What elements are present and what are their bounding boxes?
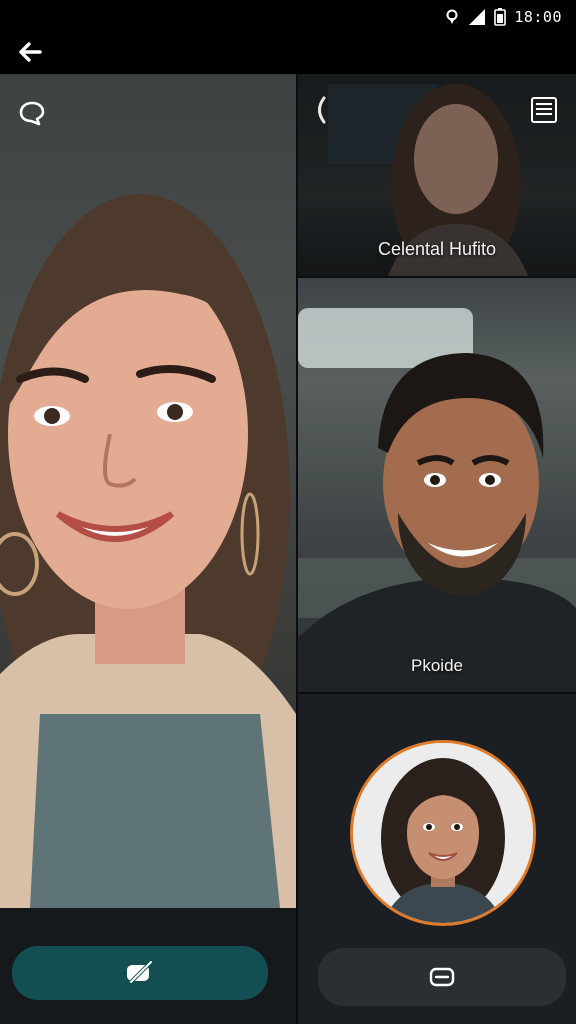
main-video-tile[interactable] bbox=[0, 74, 296, 908]
back-button[interactable] bbox=[14, 36, 46, 68]
participant-tile-2[interactable]: Pkoide bbox=[298, 278, 576, 692]
chat-bubble-icon bbox=[19, 101, 45, 126]
camera-flip-icon bbox=[318, 96, 326, 124]
list-icon bbox=[531, 97, 557, 123]
avatar-image bbox=[353, 743, 533, 923]
mute-button[interactable] bbox=[12, 946, 268, 1000]
status-time: 18:00 bbox=[514, 8, 562, 26]
participant-name: Celental Hufito bbox=[377, 239, 497, 259]
camera-flip-button[interactable] bbox=[308, 92, 332, 128]
participant-video bbox=[0, 194, 296, 908]
arrow-left-icon bbox=[19, 42, 42, 62]
video-button[interactable] bbox=[318, 948, 566, 1006]
participant-tile-1[interactable]: Celental Hufito bbox=[298, 74, 576, 276]
top-bar bbox=[0, 36, 576, 74]
mic-off-icon bbox=[127, 960, 153, 984]
status-icons: 18:00 bbox=[444, 8, 562, 26]
status-bar: 18:00 bbox=[0, 0, 576, 36]
participant-name: Pkoide bbox=[411, 656, 463, 675]
chat-button[interactable] bbox=[14, 96, 50, 132]
list-button[interactable] bbox=[524, 90, 564, 130]
participant-video bbox=[298, 308, 576, 692]
battery-icon bbox=[494, 8, 507, 26]
video-icon bbox=[429, 967, 455, 987]
signal-icon bbox=[469, 9, 486, 25]
location-icon bbox=[446, 9, 458, 24]
avatar[interactable] bbox=[350, 740, 536, 926]
